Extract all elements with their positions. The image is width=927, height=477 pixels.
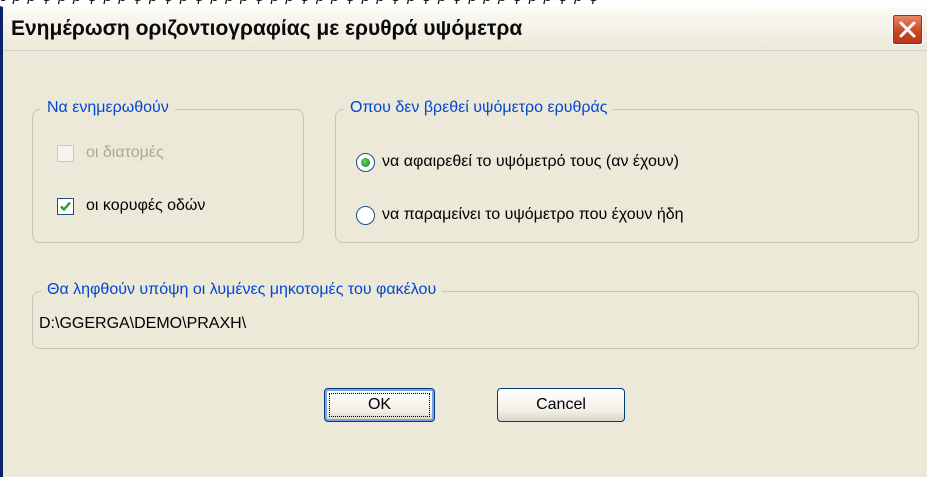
cancel-button-label: Cancel (536, 396, 586, 413)
remove-elevation-label: να αφαιρεθεί το υψόμετρό τους (αν έχουν) (382, 153, 679, 170)
checkmark-icon (60, 201, 71, 212)
screen: ε ρ ρ φ ρ ρ φ ρ ρ φ ρ φ ρ φ ρ ρ ρ φ ρ ρ … (0, 0, 927, 477)
road-vertices-checkbox[interactable] (57, 198, 74, 215)
radio-selected-dot (361, 158, 370, 167)
keep-elevation-radio[interactable] (356, 206, 375, 225)
remove-elevation-radio[interactable] (356, 153, 375, 172)
update-group: Να ενημερωθούν οι διατομές οι κορυφές οδ… (32, 99, 304, 243)
sections-checkbox[interactable] (57, 145, 74, 162)
no-elevation-group-legend: Οπου δεν βρεθεί υψόμετρο ερυθράς (344, 99, 614, 117)
no-elevation-group: Οπου δεν βρεθεί υψόμετρο ερυθράς να αφαι… (335, 99, 919, 243)
cancel-button[interactable]: Cancel (497, 388, 625, 422)
ok-button[interactable]: OK (324, 388, 435, 422)
sections-label: οι διατομές (86, 144, 164, 161)
keep-elevation-label: να παραμείνει το υψόμετρο που έχουν ήδη (382, 206, 684, 223)
title-bar[interactable]: Ενημέρωση οριζοντιογραφίας με ερυθρά υψό… (3, 7, 927, 51)
close-button[interactable] (892, 14, 923, 45)
road-vertices-label: οι κορυφές οδών (86, 197, 206, 214)
dialog-window: Ενημέρωση οριζοντιογραφίας με ερυθρά υψό… (0, 6, 927, 477)
window-title: Ενημέρωση οριζοντιογραφίας με ερυθρά υψό… (11, 17, 523, 40)
close-icon (899, 21, 916, 38)
folder-path: D:\GGERGA\DEMO\PRAXH\ (39, 315, 247, 332)
folder-group-legend: Θα ληφθούν υπόψη οι λυμένες μηκοτομές το… (41, 281, 443, 299)
focus-rectangle (329, 393, 430, 417)
update-group-legend: Να ενημερωθούν (41, 99, 175, 117)
folder-group: Θα ληφθούν υπόψη οι λυμένες μηκοτομές το… (32, 281, 919, 349)
